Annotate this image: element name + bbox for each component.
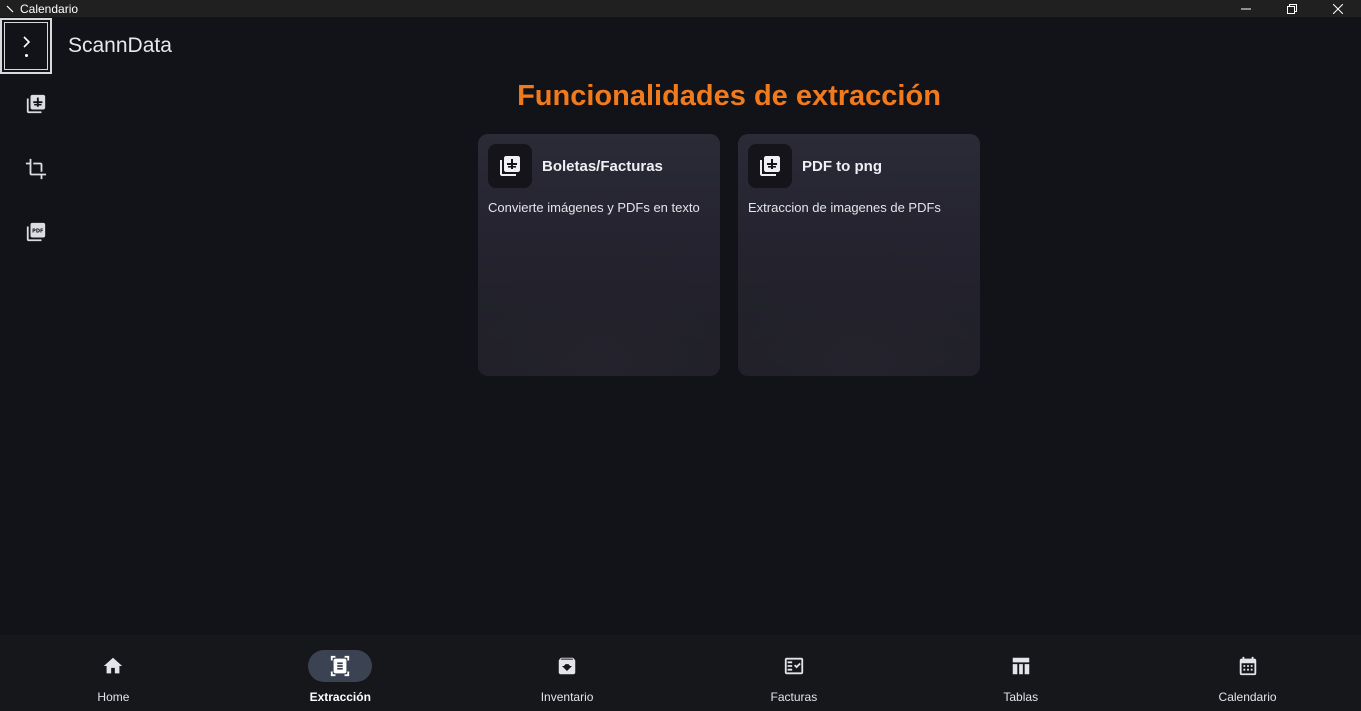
- bottom-navigation: Home Extracción Inventario Facturas Tabl…: [0, 635, 1361, 711]
- nav-label: Tablas: [1003, 690, 1039, 704]
- minimize-button[interactable]: [1223, 0, 1269, 17]
- nav-item-inventario[interactable]: Inventario: [454, 635, 681, 711]
- crop-icon: [25, 158, 47, 180]
- nav-indicator: [762, 650, 826, 682]
- calendar-icon: [1239, 656, 1256, 676]
- feature-card-pdf-to-png[interactable]: PDF to png Extraccion de imagenes de PDF…: [738, 134, 980, 376]
- nav-label: Inventario: [540, 690, 594, 704]
- file-add-icon: [760, 156, 780, 176]
- rail-item-crop[interactable]: [24, 157, 48, 181]
- restore-icon: [1287, 3, 1297, 14]
- menu-toggle-frame: [4, 22, 48, 70]
- svg-text:PDF: PDF: [32, 228, 44, 234]
- nav-item-calendario[interactable]: Calendario: [1134, 635, 1361, 711]
- nav-item-extraccion[interactable]: Extracción: [227, 635, 454, 711]
- close-button[interactable]: [1315, 0, 1361, 17]
- nav-indicator: [81, 650, 145, 682]
- table-icon: [1012, 657, 1029, 675]
- nav-indicator: [308, 650, 373, 682]
- nav-indicator: [989, 650, 1053, 682]
- home-icon: [104, 657, 123, 674]
- nav-label: Home: [97, 690, 130, 704]
- document-scanner-icon: [331, 655, 350, 677]
- chevron-right-icon: [23, 35, 31, 48]
- nav-item-facturas[interactable]: Facturas: [680, 635, 907, 711]
- card-title: PDF to png: [802, 158, 882, 175]
- app-name: ScannData: [68, 34, 172, 57]
- page-title: Funcionalidades de extracción: [517, 80, 941, 112]
- window-title: Calendario: [20, 1, 79, 16]
- feature-card-boletas[interactable]: Boletas/Facturas Convierte imágenes y PD…: [478, 134, 720, 376]
- fact-check-icon: [784, 657, 804, 675]
- window-titlebar: Calendario: [0, 0, 1361, 17]
- pdf-icon: PDF: [26, 222, 46, 242]
- file-add-icon: [500, 156, 520, 176]
- card-description: Extraccion de imagenes de PDFs: [748, 200, 941, 215]
- close-icon: [1333, 3, 1343, 14]
- restore-button[interactable]: [1269, 0, 1315, 17]
- minimize-icon: [1241, 8, 1251, 9]
- dot-icon: [24, 53, 28, 57]
- nav-item-tablas[interactable]: Tablas: [907, 635, 1134, 711]
- nav-label: Facturas: [770, 690, 818, 704]
- menu-toggle-button[interactable]: [0, 18, 52, 74]
- nav-indicator: [1216, 650, 1280, 682]
- archive-icon: [558, 657, 576, 675]
- nav-label: Extracción: [309, 690, 371, 704]
- card-description: Convierte imágenes y PDFs en texto: [488, 200, 700, 215]
- card-icon-box: [748, 144, 792, 188]
- window-controls: [1223, 0, 1361, 17]
- app-icon: [4, 3, 16, 15]
- card-title: Boletas/Facturas: [542, 158, 663, 175]
- nav-label: Calendario: [1218, 690, 1277, 704]
- card-icon-box: [488, 144, 532, 188]
- nav-indicator: [535, 650, 599, 682]
- nav-item-home[interactable]: Home: [0, 635, 227, 711]
- rail-item-pdf[interactable]: PDF: [24, 220, 48, 244]
